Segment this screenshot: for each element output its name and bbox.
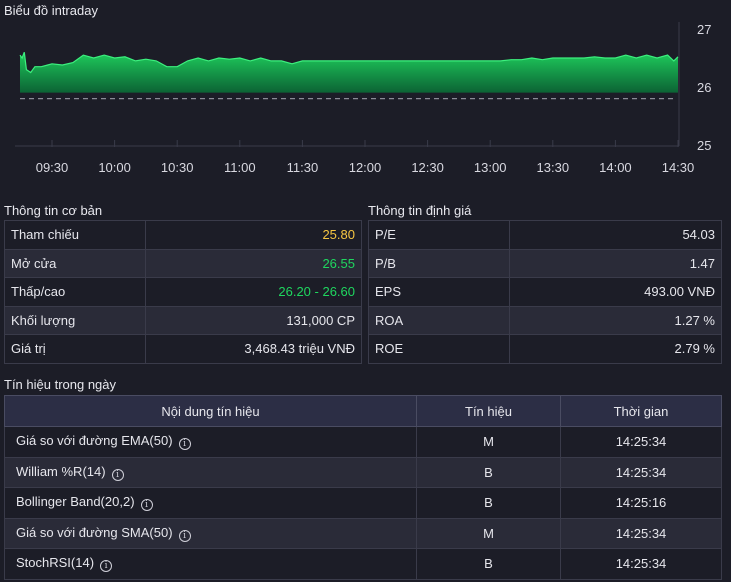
valuation-label: ROE <box>368 334 510 364</box>
x-tick-label: 14:00 <box>599 160 632 175</box>
signal-name: Giá so với đường EMA(50) <box>16 433 173 449</box>
signal-name-cell: StochRSI(14) i <box>4 548 417 580</box>
header-time[interactable]: Thời gian <box>560 395 722 427</box>
valuation-label: P/E <box>368 220 510 250</box>
valuation-table: P/E 54.03 P/B 1.47 EPS 493.00 VNĐ ROA 1.27 % ROE… <box>368 220 722 364</box>
basic-info-label: Mở cửa <box>4 248 146 278</box>
signal-time: 14:25:16 <box>560 487 722 519</box>
signal-value: B <box>416 487 561 519</box>
valuation-row: P/E 54.03 <box>368 220 722 250</box>
signal-time: 14:25:34 <box>560 456 722 488</box>
valuation-label: P/B <box>368 248 510 278</box>
signal-value: M <box>416 517 561 549</box>
valuation-row: ROE 2.79 % <box>368 334 722 364</box>
basic-info-row: Mở cửa 26.55 <box>4 248 362 278</box>
signal-name-cell: Giá so với đường SMA(50) i <box>4 517 417 549</box>
x-tick-label: 09:30 <box>36 160 69 175</box>
signal-time: 14:25:34 <box>560 548 722 580</box>
signal-name-cell: Bollinger Band(20,2) i <box>4 487 417 519</box>
basic-info-value: 26.55 <box>145 248 362 278</box>
signal-row: StochRSI(14) i B 14:25:34 <box>4 548 722 580</box>
x-tick-label: 12:00 <box>349 160 382 175</box>
signal-name: Bollinger Band(20,2) <box>16 494 135 510</box>
signal-value: B <box>416 456 561 488</box>
info-circle-icon[interactable]: i <box>178 529 191 542</box>
basic-info-title: Thông tin cơ bản <box>4 203 103 218</box>
signals-table: Nội dung tín hiệu Tín hiệu Thời gian Giá… <box>4 395 722 580</box>
valuation-value: 54.03 <box>509 220 722 250</box>
info-circle-icon[interactable]: i <box>111 468 124 481</box>
basic-info-label: Khối lượng <box>4 305 146 335</box>
signal-row: Giá so với đường EMA(50) i M 14:25:34 <box>4 426 722 458</box>
basic-info-value: 131,000 CP <box>145 305 362 335</box>
valuation-title: Thông tin định giá <box>368 203 472 218</box>
basic-info-label: Thấp/cao <box>4 277 146 307</box>
x-tick-label: 11:00 <box>224 160 256 175</box>
x-tick-label: 10:30 <box>161 160 194 175</box>
signal-value: M <box>416 426 561 458</box>
basic-info-row: Thấp/cao 26.20 - 26.60 <box>4 277 362 307</box>
info-circle-icon[interactable]: i <box>100 560 113 573</box>
signal-name: William %R(14) <box>16 463 106 479</box>
y-tick-label: 27 <box>697 22 711 37</box>
valuation-label: EPS <box>368 277 510 307</box>
x-tick-label: 14:30 <box>662 160 695 175</box>
signal-row: Giá so với đường SMA(50) i M 14:25:34 <box>4 517 722 549</box>
basic-info-row: Khối lượng 131,000 CP <box>4 305 362 335</box>
x-tick-label: 10:00 <box>98 160 131 175</box>
valuation-row: P/B 1.47 <box>368 248 722 278</box>
valuation-row: ROA 1.27 % <box>368 305 722 335</box>
signal-time: 14:25:34 <box>560 426 722 458</box>
basic-info-row: Tham chiếu 25.80 <box>4 220 362 250</box>
basic-info-row: Giá trị 3,468.43 triệu VNĐ <box>4 334 362 364</box>
header-signal[interactable]: Tín hiệu <box>416 395 561 427</box>
basic-info-value: 25.80 <box>145 220 362 250</box>
signal-row: William %R(14) i B 14:25:34 <box>4 456 722 488</box>
signal-row: Bollinger Band(20,2) i B 14:25:16 <box>4 487 722 519</box>
info-circle-icon[interactable]: i <box>140 499 153 512</box>
x-tick-label: 12:30 <box>411 160 444 175</box>
y-tick-label: 26 <box>697 80 711 95</box>
x-tick-label: 11:30 <box>287 160 319 175</box>
x-tick-label: 13:00 <box>474 160 507 175</box>
info-circle-icon[interactable]: i <box>178 438 191 451</box>
signal-name-cell: Giá so với đường EMA(50) i <box>4 426 417 458</box>
header-signal-content[interactable]: Nội dung tín hiệu <box>4 395 417 427</box>
signal-name: Giá so với đường SMA(50) <box>16 524 173 540</box>
signal-name: StochRSI(14) <box>16 555 95 571</box>
basic-info-value: 3,468.43 triệu VNĐ <box>145 334 362 364</box>
basic-info-table: Tham chiếu 25.80 Mở cửa 26.55 Thấp/cao 26.20 … <box>4 220 362 364</box>
signal-value: B <box>416 548 561 580</box>
intraday-chart[interactable]: 27 26 25 09:30 10:00 10:30 11:00 11:30 12:00 12:3… <box>0 0 731 190</box>
y-tick-label: 25 <box>697 138 711 153</box>
signal-time: 14:25:34 <box>560 517 722 549</box>
basic-info-label: Giá trị <box>4 334 146 364</box>
signals-title: Tín hiệu trong ngày <box>4 377 117 392</box>
signal-name-cell: William %R(14) i <box>4 456 417 488</box>
valuation-value: 493.00 VNĐ <box>509 277 722 307</box>
valuation-label: ROA <box>368 305 510 335</box>
basic-info-value: 26.20 - 26.60 <box>145 277 362 307</box>
valuation-row: EPS 493.00 VNĐ <box>368 277 722 307</box>
valuation-value: 1.47 <box>509 248 722 278</box>
basic-info-label: Tham chiếu <box>4 220 146 250</box>
valuation-value: 1.27 % <box>509 305 722 335</box>
x-tick-label: 13:30 <box>537 160 570 175</box>
valuation-value: 2.79 % <box>509 334 722 364</box>
